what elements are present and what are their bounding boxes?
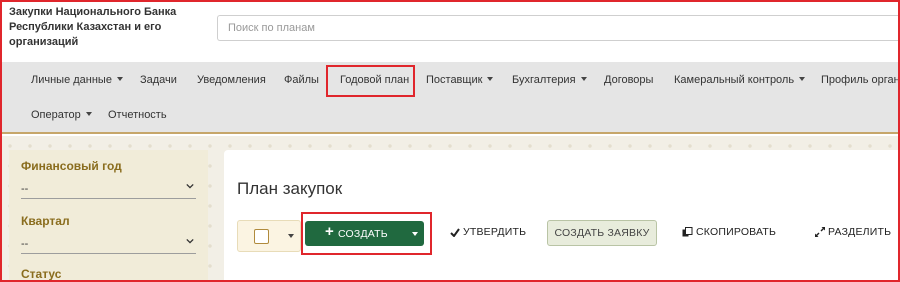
approve-button-label: УТВЕРДИТЬ bbox=[463, 226, 527, 238]
copy-button-label: СКОПИРОВАТЬ bbox=[696, 226, 777, 238]
page-title: План закупок bbox=[237, 179, 343, 198]
split-button-label: РАЗДЕЛИТЬ bbox=[828, 226, 892, 238]
status-label: Статус bbox=[21, 267, 62, 281]
caret-down-icon bbox=[799, 77, 806, 81]
split-button[interactable]: РАЗДЕЛИТЬ bbox=[815, 226, 891, 238]
nav-item-contracts[interactable]: Договоры bbox=[604, 74, 653, 86]
caret-down-icon bbox=[487, 77, 494, 81]
nav-item-label: Файлы bbox=[284, 74, 319, 86]
annual-plan-highlight bbox=[326, 65, 415, 97]
chevron-down-icon bbox=[186, 238, 194, 244]
checkmark-icon bbox=[450, 228, 460, 238]
copy-icon bbox=[682, 227, 693, 237]
nav-item-label: Отчетность bbox=[108, 109, 167, 121]
create-request-button[interactable]: СОЗДАТЬ ЗАЯВКУ bbox=[547, 220, 657, 246]
select-all-checkbox[interactable] bbox=[254, 229, 269, 244]
nav-item-label: Оператор bbox=[31, 109, 81, 121]
caret-down-icon bbox=[116, 77, 123, 81]
search-input[interactable] bbox=[217, 15, 900, 41]
nav-item-tasks[interactable]: Задачи bbox=[140, 74, 177, 86]
nav-item-desk-control[interactable]: Камеральный контроль bbox=[674, 74, 806, 86]
nav-item-notifications[interactable]: Уведомления bbox=[197, 74, 266, 86]
nav-item-label: Договоры bbox=[604, 74, 654, 86]
financial-year-select[interactable]: -- bbox=[21, 179, 196, 199]
nav-item-label: Бухгалтерия bbox=[512, 74, 576, 86]
select-all-group[interactable] bbox=[237, 220, 301, 252]
nav-item-files[interactable]: Файлы bbox=[284, 74, 319, 86]
split-arrows-icon bbox=[815, 227, 825, 237]
main-nav: Личные данные Задачи Уведомления Файлы Г… bbox=[0, 62, 900, 134]
nav-item-reports[interactable]: Отчетность bbox=[108, 109, 167, 121]
filter-sidebar: Финансовый год -- Квартал -- Статус bbox=[9, 150, 208, 282]
nav-item-org-profile[interactable]: Профиль органи bbox=[821, 74, 900, 86]
nav-item-supplier[interactable]: Поставщик bbox=[426, 74, 494, 86]
header: Закупки Национального Банка Республики К… bbox=[0, 0, 900, 55]
quarter-value: -- bbox=[21, 238, 29, 250]
create-button-highlight bbox=[301, 212, 432, 255]
caret-down-icon[interactable] bbox=[288, 234, 294, 238]
quarter-label: Квартал bbox=[21, 214, 70, 228]
financial-year-label: Финансовый год bbox=[21, 159, 122, 173]
quarter-select[interactable]: -- bbox=[21, 234, 196, 254]
org-name[interactable]: Закупки Национального Банка Республики К… bbox=[9, 5, 199, 50]
nav-item-label: Камеральный контроль bbox=[674, 74, 795, 86]
nav-item-label: Задачи bbox=[140, 74, 177, 86]
financial-year-value: -- bbox=[21, 183, 29, 195]
nav-item-accounting[interactable]: Бухгалтерия bbox=[512, 74, 587, 86]
nav-item-personal-data[interactable]: Личные данные bbox=[31, 74, 123, 86]
copy-button[interactable]: СКОПИРОВАТЬ bbox=[682, 226, 776, 238]
nav-item-label: Поставщик bbox=[426, 74, 483, 86]
caret-down-icon bbox=[85, 112, 92, 116]
nav-item-operator[interactable]: Оператор bbox=[31, 109, 92, 121]
caret-down-icon bbox=[580, 77, 587, 81]
nav-item-label: Профиль органи bbox=[821, 74, 900, 86]
approve-button[interactable]: УТВЕРДИТЬ bbox=[450, 226, 526, 238]
nav-item-label: Личные данные bbox=[31, 74, 112, 86]
nav-item-label: Уведомления bbox=[197, 74, 266, 86]
chevron-down-icon bbox=[186, 183, 194, 189]
